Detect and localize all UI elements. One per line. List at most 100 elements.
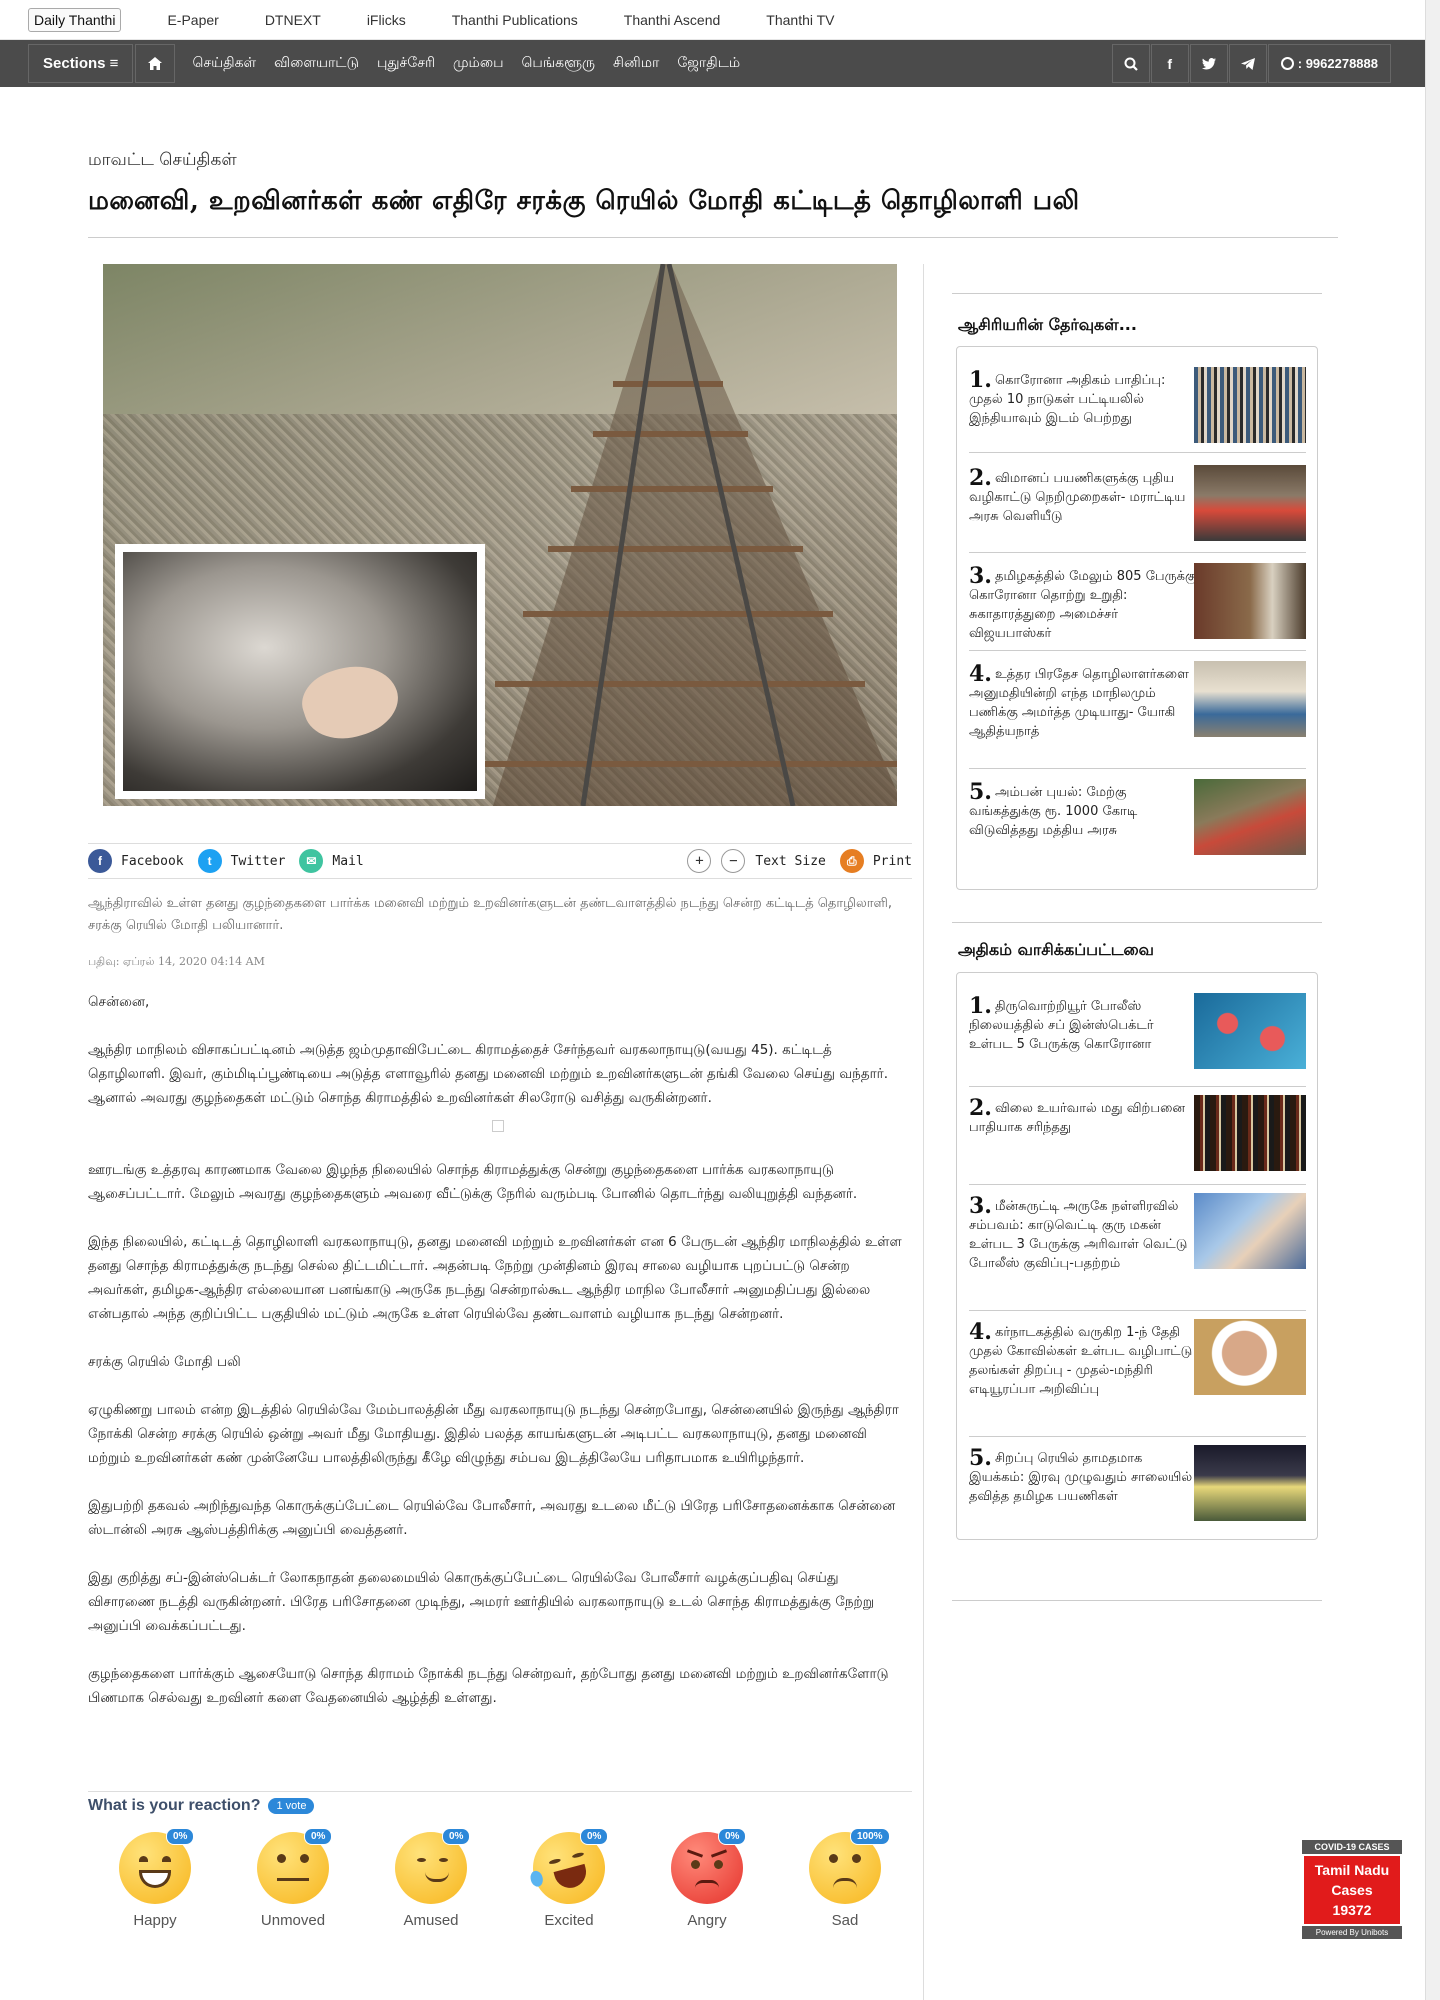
covid-widget-body: Tamil Nadu Cases 19372 [1302, 1854, 1402, 1926]
search-button[interactable] [1111, 44, 1150, 83]
railway-track-graphic [463, 264, 897, 806]
thanthi-publications-link[interactable]: Thanthi Publications [452, 12, 578, 28]
article-headline: மனைவி, உறவினர்கள் கண் எதிரே சரக்கு ரெயில… [88, 186, 1080, 216]
facebook-icon: f [88, 849, 112, 873]
editors-pick-item[interactable]: 4. உத்தர பிரதேச தொழிலாளர்களை அனுமதியின்ற… [969, 661, 1306, 769]
epaper-link[interactable]: E-Paper [167, 12, 218, 28]
twitter-icon: t [197, 849, 222, 873]
nav-item-astrology[interactable]: ஜோதிடம் [677, 55, 740, 73]
print-label: Print [872, 853, 912, 869]
telegram-nav-button[interactable] [1228, 44, 1267, 83]
phone-number: : 9962278888 [1297, 56, 1378, 71]
article-summary: ஆந்திராவில் உள்ள தனது குழந்தைகளை பார்க்க… [88, 896, 893, 933]
item-title: சிறப்பு ரெயில் தாமதமாக இயக்கம்: இரவு முழ… [969, 1451, 1193, 1504]
editors-pick-item[interactable]: 1. கொரோனா அதிகம் பாதிப்பு: முதல் 10 நாடு… [969, 367, 1306, 453]
happy-label: Happy [133, 1912, 177, 1929]
sad-label: Sad [831, 1912, 859, 1929]
item-thumbnail [1194, 1193, 1306, 1269]
header-divider [88, 237, 1338, 238]
covid-cases-widget[interactable]: COVID-19 CASES Tamil Nadu Cases 19372 Po… [1302, 1840, 1402, 1939]
covid-region: Tamil Nadu [1314, 1862, 1390, 1878]
whatsapp-icon [1280, 57, 1294, 70]
reactions-divider [88, 1791, 912, 1792]
facebook-nav-button[interactable]: f [1150, 44, 1189, 83]
item-title: கொரோனா அதிகம் பாதிப்பு: முதல் 10 நாடுகள்… [969, 373, 1166, 426]
iflicks-link[interactable]: iFlicks [367, 12, 406, 28]
reaction-excited[interactable]: 0% Excited [524, 1823, 614, 1929]
most-read-item[interactable]: 4. கர்நாடகத்தில் வருகிற 1-ந் தேதி முதல் … [969, 1319, 1306, 1437]
nav-item-sports[interactable]: விளையாட்டு [274, 55, 359, 73]
item-title: உத்தர பிரதேச தொழிலாளர்களை அனுமதியின்றி எ… [969, 667, 1189, 739]
whatsapp-phone[interactable]: : 9962278888 [1267, 44, 1391, 83]
excited-percent: 0% [580, 1828, 609, 1845]
mail-share-button[interactable]: ✉ Mail [299, 849, 364, 873]
print-button[interactable]: ⎙ Print [839, 849, 912, 873]
item-title: கர்நாடகத்தில் வருகிற 1-ந் தேதி முதல் கோவ… [969, 1325, 1193, 1397]
daily-thanthi-link[interactable]: Daily Thanthi [28, 7, 122, 32]
most-read-item[interactable]: 2. விலை உயர்வால் மது விற்பனை பாதியாக சரி… [969, 1095, 1306, 1185]
covid-case-count: 19372 [1332, 1902, 1372, 1918]
amused-label: Amused [403, 1912, 459, 1929]
editors-pick-item[interactable]: 2. விமானப் பயணிகளுக்கு புதிய வழிகாட்டு ந… [969, 465, 1306, 553]
dtnext-link[interactable]: DTNEXT [265, 12, 321, 28]
item-thumbnail [1194, 367, 1306, 443]
reactions-title: What is your reaction? [88, 1797, 261, 1814]
angry-label: Angry [687, 1912, 727, 1929]
item-title: திருவொற்றியூர் போலீஸ் நிலையத்தில் சப் இன… [969, 999, 1154, 1052]
inset-photo [123, 552, 477, 791]
sections-menu-button[interactable]: Sections ≡ [28, 44, 134, 83]
thanthi-tv-link[interactable]: Thanthi TV [766, 12, 834, 28]
reaction-angry[interactable]: 0% Angry [662, 1828, 752, 1929]
covid-widget-header: COVID-19 CASES [1302, 1840, 1402, 1854]
increase-text-size-button[interactable]: + [687, 849, 712, 873]
text-size-label: Text Size [755, 853, 826, 869]
excited-label: Excited [544, 1912, 594, 1929]
unmoved-percent: 0% [304, 1828, 333, 1845]
happy-percent: 0% [166, 1828, 195, 1845]
twitter-share-label: Twitter [230, 853, 286, 869]
article-paragraph: இதுபற்றி தகவல் அறிந்துவந்த கொருக்குப்பேட… [88, 1498, 896, 1538]
nav-item-cinema[interactable]: சினிமா [613, 55, 659, 73]
nav-item-news[interactable]: செய்திகள் [192, 55, 256, 73]
most-read-item[interactable]: 3. மீன்சுருட்டி அருகே நள்ளிரவில் சம்பவம்… [969, 1193, 1306, 1311]
thanthi-ascend-link[interactable]: Thanthi Ascend [624, 12, 721, 28]
item-title: விலை உயர்வால் மது விற்பனை பாதியாக சரிந்த… [969, 1101, 1185, 1135]
article-paragraph: ஏழுகிணறு பாலம் என்ற இடத்தில் ரெயில்வே மே… [88, 1402, 899, 1466]
page-scrollbar[interactable] [1425, 0, 1440, 2000]
search-icon [1124, 57, 1138, 71]
nav-item-bengaluru[interactable]: பெங்களூரு [522, 55, 596, 73]
most-read-item[interactable]: 1. திருவொற்றியூர் போலீஸ் நிலையத்தில் சப்… [969, 993, 1306, 1087]
covid-cases-label: Cases [1331, 1882, 1373, 1898]
editors-picks-title: ஆசிரியரின் தேர்வுகள்... [958, 315, 1137, 334]
editors-pick-item[interactable]: 5. அம்பன் புயல்: மேற்கு வங்கத்துக்கு ரூ.… [969, 779, 1306, 879]
top-links-bar: Daily Thanthi E-Paper DTNEXT iFlicks Tha… [0, 0, 1440, 40]
editors-pick-item[interactable]: 3. தமிழகத்தில் மேலும் 805 பேருக்கு கொரோன… [969, 563, 1306, 651]
home-button[interactable] [135, 44, 176, 83]
editors-picks-list: 1. கொரோனா அதிகம் பாதிப்பு: முதல் 10 நாடு… [956, 346, 1318, 890]
reactions-heading: What is your reaction? 1 vote [88, 1797, 315, 1815]
decrease-text-size-button[interactable]: − [721, 849, 746, 873]
facebook-share-button[interactable]: f Facebook [88, 849, 184, 873]
main-nav: Sections ≡ செய்திகள் விளையாட்டு புதுச்சே… [0, 40, 1425, 87]
most-read-title: அதிகம் வாசிக்கப்பட்டவை [958, 940, 1154, 959]
item-thumbnail [1194, 1095, 1306, 1171]
article-dateline: பதிவு: ஏப்ரல் 14, 2020 04:14 AM [88, 955, 265, 968]
article-paragraph: சென்னை, [88, 994, 150, 1010]
item-thumbnail [1194, 1445, 1306, 1521]
article-subheading: சரக்கு ரெயில் மோதி பலி [88, 1354, 241, 1370]
reaction-unmoved[interactable]: 0% Unmoved [248, 1828, 338, 1929]
item-title: மீன்சுருட்டி அருகே நள்ளிரவில் சம்பவம்: க… [969, 1199, 1188, 1271]
most-read-item[interactable]: 5. சிறப்பு ரெயில் தாமதமாக இயக்கம்: இரவு … [969, 1445, 1306, 1535]
twitter-share-button[interactable]: t Twitter [197, 849, 286, 873]
reaction-happy[interactable]: 0% Happy [110, 1828, 200, 1929]
sidebar-bottom-rule [952, 1600, 1322, 1601]
nav-item-mumbai[interactable]: மும்பை [453, 55, 503, 73]
article-category[interactable]: மாவட்ட செய்திகள் [88, 150, 237, 172]
sidebar-divider [923, 264, 924, 2000]
reaction-amused[interactable]: 0% Amused [386, 1828, 476, 1929]
twitter-nav-button[interactable] [1189, 44, 1228, 83]
nav-item-puducherry[interactable]: புதுச்சேரி [377, 55, 435, 73]
ad-placeholder [492, 1120, 504, 1132]
reaction-sad[interactable]: 100% Sad [800, 1828, 890, 1929]
item-title: தமிழகத்தில் மேலும் 805 பேருக்கு கொரோனா த… [969, 569, 1197, 641]
